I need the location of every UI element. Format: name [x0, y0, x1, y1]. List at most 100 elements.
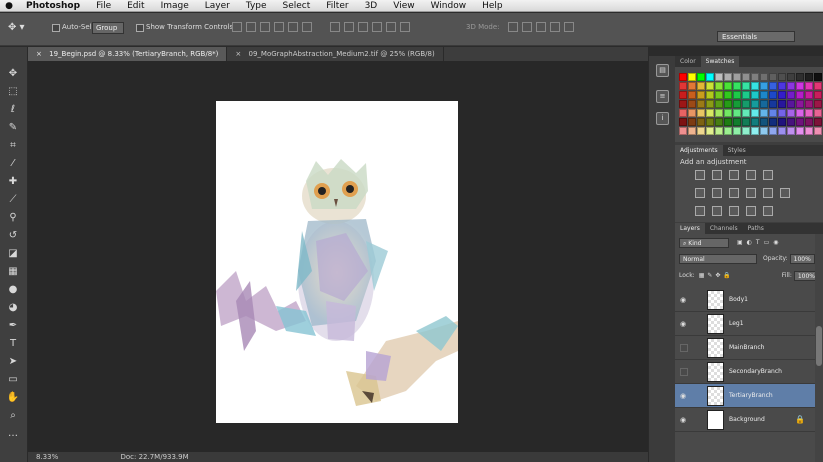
history-panel-icon[interactable]: ▤ — [656, 64, 669, 77]
menu-help[interactable]: Help — [474, 1, 511, 11]
move-tool-preset-icon[interactable]: ✥ ▾ — [8, 22, 36, 36]
clone-stamp-tool-icon[interactable]: ⚲ — [4, 211, 22, 225]
color-swatch[interactable] — [697, 82, 705, 90]
layer-name[interactable]: Body1 — [729, 296, 748, 303]
eyedropper-tool-icon[interactable]: ⁄ — [4, 157, 22, 171]
color-swatch[interactable] — [778, 118, 786, 126]
color-swatch[interactable] — [688, 91, 696, 99]
color-lookup-icon[interactable] — [780, 188, 790, 198]
distribute-top-icon[interactable] — [330, 22, 340, 32]
color-swatch[interactable] — [706, 100, 714, 108]
properties-panel-icon[interactable]: ≡ — [656, 90, 669, 103]
opacity-input[interactable]: 100% — [789, 253, 815, 264]
color-swatch[interactable] — [688, 109, 696, 117]
layer-row-body1[interactable]: ◉ Body1 — [675, 288, 815, 312]
menu-image[interactable]: Image — [153, 1, 197, 11]
menu-view[interactable]: View — [385, 1, 422, 11]
selective-color-icon[interactable] — [763, 206, 773, 216]
color-swatch[interactable] — [814, 100, 822, 108]
color-swatch[interactable] — [805, 118, 813, 126]
photo-filter-icon[interactable] — [746, 188, 756, 198]
color-swatch[interactable] — [796, 73, 804, 81]
color-swatch[interactable] — [715, 82, 723, 90]
tab-styles[interactable]: Styles — [723, 145, 751, 156]
color-swatch[interactable] — [769, 109, 777, 117]
color-swatch[interactable] — [787, 100, 795, 108]
3d-rotate-icon[interactable] — [508, 22, 518, 32]
layer-row-tertiarybranch[interactable]: ◉ TertiaryBranch — [675, 384, 815, 408]
more-tools-icon[interactable]: … — [4, 427, 22, 441]
color-swatch[interactable] — [814, 91, 822, 99]
eye-icon[interactable]: ◉ — [680, 296, 690, 304]
color-swatch[interactable] — [679, 127, 687, 135]
color-swatch[interactable] — [778, 73, 786, 81]
show-transform-checkbox[interactable] — [136, 24, 144, 32]
color-swatch[interactable] — [769, 118, 777, 126]
color-swatch[interactable] — [814, 118, 822, 126]
color-swatch[interactable] — [760, 118, 768, 126]
invert-icon[interactable] — [695, 206, 705, 216]
menu-app[interactable]: Photoshop — [18, 1, 88, 11]
color-swatch[interactable] — [724, 100, 732, 108]
color-swatch[interactable] — [706, 73, 714, 81]
color-swatch[interactable] — [760, 100, 768, 108]
3d-scale-icon[interactable] — [564, 22, 574, 32]
color-swatch[interactable] — [742, 118, 750, 126]
color-swatch[interactable] — [733, 109, 741, 117]
color-swatch[interactable] — [751, 100, 759, 108]
color-swatch[interactable] — [733, 82, 741, 90]
color-swatch[interactable] — [679, 91, 687, 99]
color-swatch[interactable] — [760, 109, 768, 117]
tab-channels[interactable]: Channels — [705, 223, 743, 234]
menu-file[interactable]: File — [88, 1, 119, 11]
color-swatch[interactable] — [796, 91, 804, 99]
distribute-bottom-icon[interactable] — [358, 22, 368, 32]
distribute-vcenter-icon[interactable] — [344, 22, 354, 32]
close-tab-icon[interactable]: × — [36, 50, 42, 58]
align-hcenter-icon[interactable] — [288, 22, 298, 32]
tab-paths[interactable]: Paths — [743, 223, 769, 234]
color-swatch[interactable] — [715, 118, 723, 126]
color-swatch[interactable] — [796, 118, 804, 126]
crop-tool-icon[interactable]: ⌗ — [4, 139, 22, 153]
color-swatch[interactable] — [715, 127, 723, 135]
color-swatch[interactable] — [706, 118, 714, 126]
canvas-area[interactable] — [28, 61, 648, 452]
color-swatch[interactable] — [679, 100, 687, 108]
color-swatch[interactable] — [787, 91, 795, 99]
color-swatch[interactable] — [814, 73, 822, 81]
layer-filter-icons[interactable]: ▣◐T▭◉ — [737, 239, 782, 246]
color-swatch[interactable] — [778, 91, 786, 99]
color-swatch[interactable] — [733, 73, 741, 81]
group-select[interactable]: Group — [92, 22, 124, 34]
color-swatch[interactable] — [724, 118, 732, 126]
color-swatch[interactable] — [697, 109, 705, 117]
document-canvas[interactable] — [216, 101, 458, 423]
type-tool-icon[interactable]: T — [4, 337, 22, 351]
color-swatch[interactable] — [724, 91, 732, 99]
color-swatch[interactable] — [760, 127, 768, 135]
color-swatch[interactable] — [679, 109, 687, 117]
layer-name[interactable]: SecondaryBranch — [729, 368, 782, 375]
color-swatch[interactable] — [733, 100, 741, 108]
color-swatch[interactable] — [805, 82, 813, 90]
layer-kind-select[interactable]: ⌕ Kind — [679, 237, 729, 248]
align-right-icon[interactable] — [302, 22, 312, 32]
color-swatch[interactable] — [751, 73, 759, 81]
color-swatch[interactable] — [787, 109, 795, 117]
color-swatch[interactable] — [697, 127, 705, 135]
3d-drag-icon[interactable] — [536, 22, 546, 32]
color-swatch[interactable] — [724, 127, 732, 135]
layers-scroll-thumb[interactable] — [816, 326, 822, 366]
layers-scrollbar[interactable] — [815, 234, 823, 462]
color-swatch[interactable] — [796, 109, 804, 117]
layer-row-mainbranch[interactable]: MainBranch — [675, 336, 815, 360]
info-panel-icon[interactable]: i — [656, 112, 669, 125]
layer-row-leg1[interactable]: ◉ Leg1 — [675, 312, 815, 336]
color-swatch[interactable] — [688, 100, 696, 108]
color-swatch[interactable] — [796, 100, 804, 108]
tab-layers[interactable]: Layers — [675, 223, 705, 234]
menu-3d[interactable]: 3D — [357, 1, 386, 11]
color-swatch[interactable] — [787, 82, 795, 90]
vibrance-icon[interactable] — [763, 170, 773, 180]
